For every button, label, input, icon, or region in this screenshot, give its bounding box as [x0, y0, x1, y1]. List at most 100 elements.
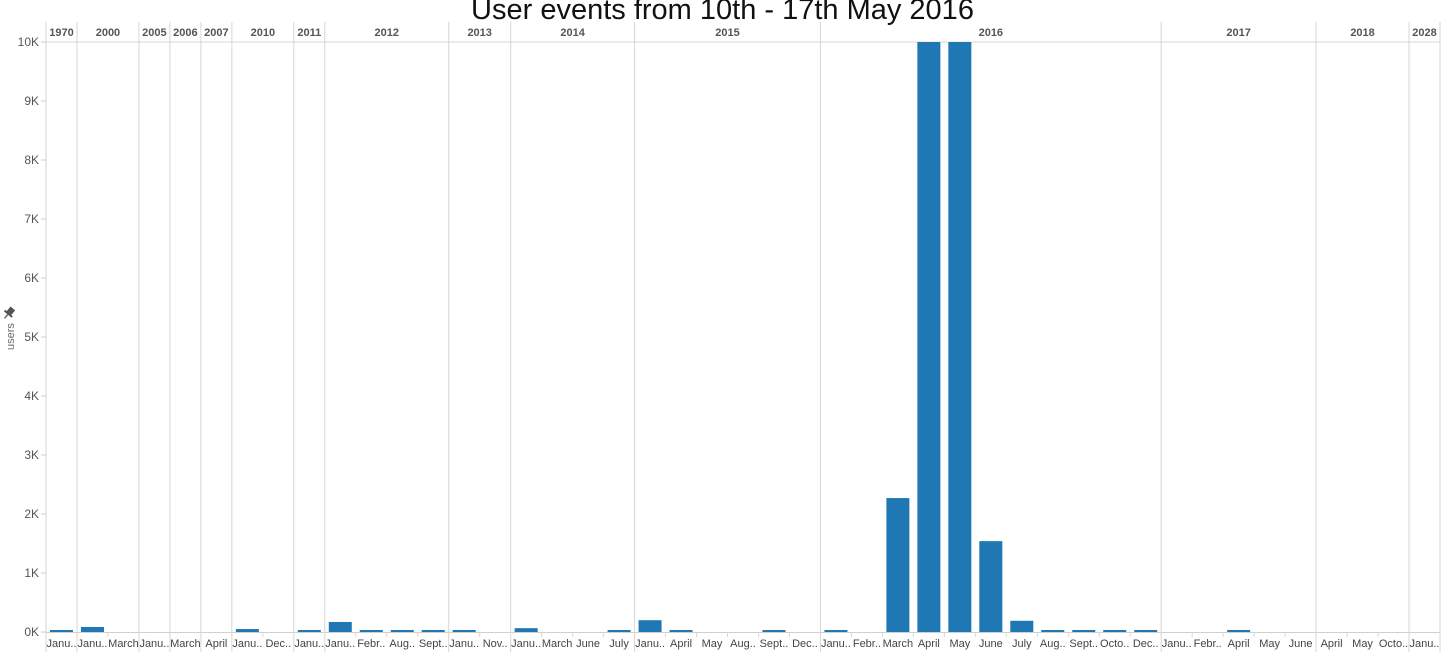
x-tick-label: April: [1228, 638, 1250, 650]
bar[interactable]: [607, 630, 631, 632]
x-tick-label: Aug..: [1040, 638, 1066, 650]
x-tick-label: Janu..: [47, 638, 77, 650]
x-tick-label: Janu..: [139, 638, 169, 650]
bar[interactable]: [421, 630, 445, 632]
bar[interactable]: [235, 629, 259, 632]
x-tick-label: March: [883, 638, 914, 650]
y-tick-label: 4K: [24, 389, 39, 403]
y-tick-label: 0K: [24, 625, 39, 639]
year-header-label: 1970: [49, 27, 73, 39]
x-tick-label: Janu..: [325, 638, 355, 650]
bar[interactable]: [1010, 620, 1034, 632]
bar[interactable]: [1041, 630, 1065, 632]
bar[interactable]: [328, 621, 352, 632]
x-tick-label: March: [542, 638, 573, 650]
year-header-label: 2018: [1350, 27, 1374, 39]
y-tick-label: 3K: [24, 448, 39, 462]
year-header-label: 2014: [560, 27, 585, 39]
bar[interactable]: [1134, 630, 1158, 632]
bar[interactable]: [49, 630, 73, 632]
year-header-label: 2016: [979, 27, 1003, 39]
x-tick-label: Sept..: [1069, 638, 1098, 650]
bar-chart: 0K1K2K3K4K5K6K7K8K9K10K Janu.. Janu.. Marc…: [1, 22, 1441, 652]
year-header: 1970 2000 2005 2006 2007 2010 2011 2012 2013 2014…: [49, 27, 1437, 39]
pin-icon[interactable]: [1, 305, 17, 321]
x-tick-label: June: [979, 638, 1003, 650]
bar[interactable]: [886, 498, 910, 632]
x-tick-label: May: [702, 638, 723, 650]
x-tick-label: March: [170, 638, 201, 650]
bar[interactable]: [80, 626, 104, 632]
y-tick-label: 7K: [24, 212, 39, 226]
x-tick-label: Octo..: [1100, 638, 1129, 650]
year-dividers: [45, 22, 1441, 652]
year-header-label: 2011: [297, 27, 321, 39]
bar[interactable]: [514, 628, 538, 632]
x-tick-label: Octo..: [1379, 638, 1408, 650]
x-tick-label: Febr..: [1194, 638, 1222, 650]
y-tick-label: 9K: [24, 94, 39, 108]
x-tick-label: Aug..: [730, 638, 756, 650]
bar[interactable]: [1103, 630, 1127, 632]
x-tick-label: May: [949, 638, 970, 650]
x-tick-label: May: [1352, 638, 1373, 650]
x-tick-label: Sept..: [419, 638, 448, 650]
bar[interactable]: [948, 42, 972, 632]
x-tick-label: Janu..: [294, 638, 324, 650]
bar[interactable]: [669, 630, 693, 632]
y-tick-label: 6K: [24, 271, 39, 285]
year-header-label: 2012: [375, 27, 399, 39]
y-tick-label: 8K: [24, 153, 39, 167]
x-tick-label: Aug..: [389, 638, 415, 650]
x-tick-label: Dec..: [792, 638, 818, 650]
bar[interactable]: [824, 630, 848, 632]
year-header-label: 2015: [715, 27, 739, 39]
y-tick-label: 10K: [18, 35, 39, 49]
x-tick-label: Dec..: [265, 638, 291, 650]
bar[interactable]: [390, 630, 414, 632]
x-tick-label: Janu..: [232, 638, 262, 650]
x-axis-labels: Janu.. Janu.. March Janu.. March April Janu.. D…: [47, 638, 1440, 650]
bar[interactable]: [1227, 630, 1251, 632]
y-axis-label: users: [5, 323, 17, 350]
year-header-label: 2013: [467, 27, 491, 39]
x-tick-label: Dec..: [1133, 638, 1159, 650]
year-header-label: 2017: [1226, 27, 1250, 39]
x-tick-label: Janu..: [635, 638, 665, 650]
x-tick-label: July: [1012, 638, 1032, 650]
x-tick-label: June: [1289, 638, 1313, 650]
year-header-label: 2006: [173, 27, 197, 39]
x-tick-label: April: [918, 638, 940, 650]
x-tick-label: Nov..: [483, 638, 508, 650]
year-header-label: 2007: [204, 27, 228, 39]
x-tick-label: Janu..: [1410, 638, 1440, 650]
x-tick-label: May: [1259, 638, 1280, 650]
bar[interactable]: [979, 541, 1003, 632]
x-tick-label: April: [1321, 638, 1343, 650]
bar[interactable]: [638, 620, 662, 632]
x-tick-label: June: [576, 638, 600, 650]
y-tick-label: 5K: [24, 330, 39, 344]
bar[interactable]: [359, 630, 383, 632]
bar[interactable]: [452, 630, 476, 632]
y-tick-label: 2K: [24, 507, 39, 521]
x-tick-label: Janu..: [77, 638, 107, 650]
x-tick-label: March: [108, 638, 139, 650]
year-header-label: 2028: [1412, 27, 1436, 39]
bar[interactable]: [917, 42, 941, 632]
x-tick-label: Febr..: [853, 638, 881, 650]
year-header-label: 2000: [96, 27, 120, 39]
bar[interactable]: [762, 630, 786, 632]
x-tick-label: Janu..: [1162, 638, 1192, 650]
x-tick-label: Febr..: [357, 638, 385, 650]
x-tick-label: Janu..: [449, 638, 479, 650]
bar[interactable]: [1072, 630, 1096, 632]
bar[interactable]: [297, 630, 321, 632]
y-axis: 0K 1K 2K 3K 4K 5K 6K 7K 8K 9K 10K: [18, 35, 46, 639]
x-tick-label: April: [670, 638, 692, 650]
year-header-label: 2010: [251, 27, 275, 39]
x-tick-label: July: [609, 638, 629, 650]
bars: [49, 42, 1251, 632]
x-tick-label: Janu..: [511, 638, 541, 650]
x-tick-label: April: [205, 638, 227, 650]
